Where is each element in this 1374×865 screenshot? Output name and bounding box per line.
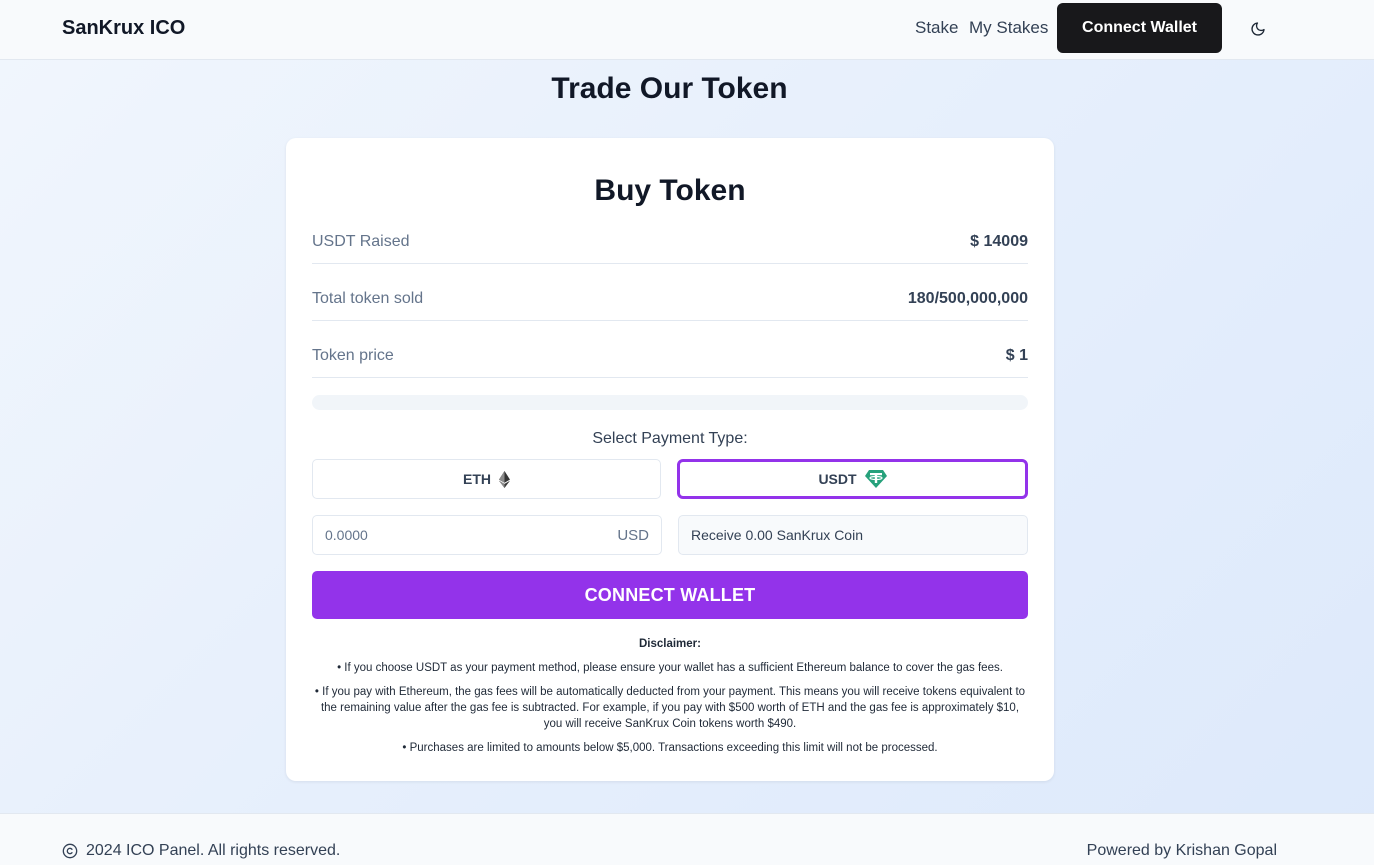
disclaimer: Disclaimer: • If you choose USDT as your… — [312, 636, 1028, 764]
payment-type-label: Select Payment Type: — [592, 430, 748, 447]
stat-row-token-price: Token price $ 1 — [312, 338, 1028, 378]
connect-wallet-main-button[interactable]: CONNECT WALLET — [312, 571, 1028, 619]
amount-input[interactable] — [325, 516, 605, 554]
receive-amount-display: Receive 0.00 SanKrux Coin — [678, 515, 1028, 555]
amount-field: USD — [312, 515, 662, 555]
disclaimer-title: Disclaimer: — [638, 638, 701, 650]
connect-wallet-button[interactable]: Connect Wallet — [1057, 3, 1222, 53]
stat-label: Token price — [312, 347, 394, 364]
payment-usdt-label: USDT — [818, 471, 857, 487]
copyright-text: 2024 ICO Panel. All rights reserved. — [86, 842, 341, 859]
page-footer: 2024 ICO Panel. All rights reserved. Pow… — [0, 813, 1374, 865]
buy-token-card: Buy Token USDT Raised $ 14009 Total toke… — [286, 138, 1054, 781]
payment-usdt-button[interactable]: USDT — [677, 459, 1028, 499]
sale-progress-bar — [312, 395, 1028, 410]
payment-eth-label: ETH — [463, 471, 491, 487]
powered-by-text: Powered by Krishan Gopal — [1086, 842, 1277, 859]
nav-link-my-stakes[interactable]: My Stakes — [969, 18, 1048, 38]
stat-value: $ 1 — [1005, 347, 1028, 364]
disclaimer-item: • If you pay with Ethereum, the gas fees… — [314, 686, 1026, 730]
payment-eth-button[interactable]: ETH — [312, 459, 661, 499]
moon-icon — [1251, 22, 1265, 36]
copyright-icon — [62, 843, 78, 859]
stat-label: USDT Raised — [312, 233, 410, 250]
page-title: Trade Our Token — [551, 72, 788, 105]
ethereum-icon — [499, 470, 510, 488]
card-title: Buy Token — [594, 174, 746, 207]
footer-copyright: 2024 ICO Panel. All rights reserved. — [62, 842, 340, 860]
stat-value: $ 14009 — [970, 233, 1028, 250]
amount-unit-label: USD — [617, 527, 649, 544]
disclaimer-item: • If you choose USDT as your payment met… — [337, 662, 1003, 674]
stat-row-tokens-sold: Total token sold 180/500,000,000 — [312, 281, 1028, 321]
stat-row-usdt-raised: USDT Raised $ 14009 — [312, 224, 1028, 264]
disclaimer-item: • Purchases are limited to amounts below… — [402, 742, 938, 754]
top-navbar: SanKrux ICO Stake My Stakes Connect Wall… — [0, 0, 1374, 60]
stat-value: 180/500,000,000 — [907, 290, 1028, 307]
tether-icon — [864, 470, 887, 488]
brand-logo-text[interactable]: SanKrux ICO — [62, 17, 185, 40]
theme-toggle-button[interactable] — [1246, 17, 1270, 41]
stat-label: Total token sold — [312, 290, 424, 307]
nav-link-stake[interactable]: Stake — [915, 18, 958, 38]
